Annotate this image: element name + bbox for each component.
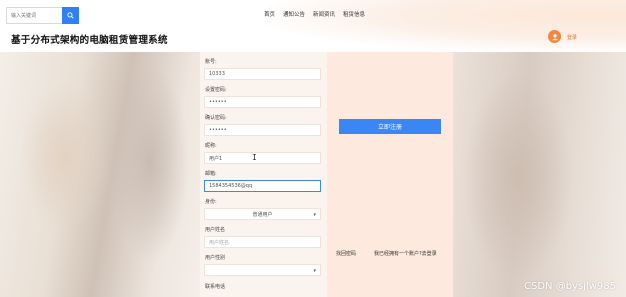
user-icon bbox=[551, 33, 558, 40]
nickname-input[interactable]: 用户1 bbox=[204, 152, 321, 164]
username-input[interactable]: 用户姓名 bbox=[204, 236, 321, 248]
chevron-down-icon: ▾ bbox=[313, 212, 316, 218]
email-input[interactable]: 1584354536@qq bbox=[204, 180, 321, 192]
background-image-left bbox=[0, 52, 200, 297]
avatar[interactable] bbox=[548, 30, 561, 43]
identity-label: 身份: bbox=[205, 199, 217, 205]
account-input[interactable]: 10333 bbox=[204, 68, 321, 80]
search-button[interactable] bbox=[62, 7, 79, 24]
watermark: CSDN @bysjlw985 bbox=[524, 281, 616, 292]
password-label: 设置密码: bbox=[205, 87, 227, 93]
username-label: 用户姓名 bbox=[205, 227, 226, 233]
chevron-down-icon: ▾ bbox=[313, 268, 316, 274]
account-label: 账号: bbox=[205, 59, 217, 65]
background-blur bbox=[110, 62, 190, 262]
confirm-password-label: 确认密码: bbox=[205, 115, 227, 121]
password-input[interactable]: •••••• bbox=[204, 96, 321, 108]
search-input[interactable] bbox=[6, 7, 62, 24]
go-login-link[interactable]: 我已经拥有一个账户?去登录 bbox=[374, 250, 437, 257]
forgot-password-link[interactable]: 找回密码 bbox=[336, 250, 356, 257]
background-blur bbox=[20, 82, 110, 232]
header-decoration bbox=[266, 0, 626, 52]
register-button[interactable]: 立即注册 bbox=[339, 119, 441, 134]
text-cursor-icon: I bbox=[252, 153, 257, 162]
background-blur bbox=[463, 72, 573, 282]
gender-label: 用户性别 bbox=[205, 255, 226, 261]
background-image-right bbox=[453, 52, 626, 297]
identity-selected-value: 普通用户 bbox=[252, 211, 273, 218]
gender-select[interactable]: ▾ bbox=[204, 264, 321, 276]
nav-item-rental[interactable]: 租赁信息 bbox=[343, 10, 365, 18]
register-side-panel bbox=[327, 52, 453, 297]
confirm-password-input[interactable]: •••••• bbox=[204, 124, 321, 136]
nav-item-notices[interactable]: 通知公告 bbox=[283, 10, 305, 18]
phone-label: 联系电话 bbox=[205, 284, 226, 290]
search-icon bbox=[67, 12, 74, 19]
site-title: 基于分布式架构的电脑租赁管理系统 bbox=[11, 35, 168, 46]
nav-item-news[interactable]: 新闻资讯 bbox=[313, 10, 335, 18]
search-bar bbox=[6, 7, 79, 24]
email-label: 邮箱: bbox=[205, 171, 217, 177]
login-link[interactable]: 登录 bbox=[567, 34, 577, 41]
nickname-label: 昵称: bbox=[205, 143, 217, 149]
identity-select[interactable]: 普通用户 ▾ bbox=[204, 208, 321, 220]
nav-item-home[interactable]: 首页 bbox=[264, 10, 275, 18]
main-nav: 首页 通知公告 新闻资讯 租赁信息 bbox=[264, 10, 365, 18]
